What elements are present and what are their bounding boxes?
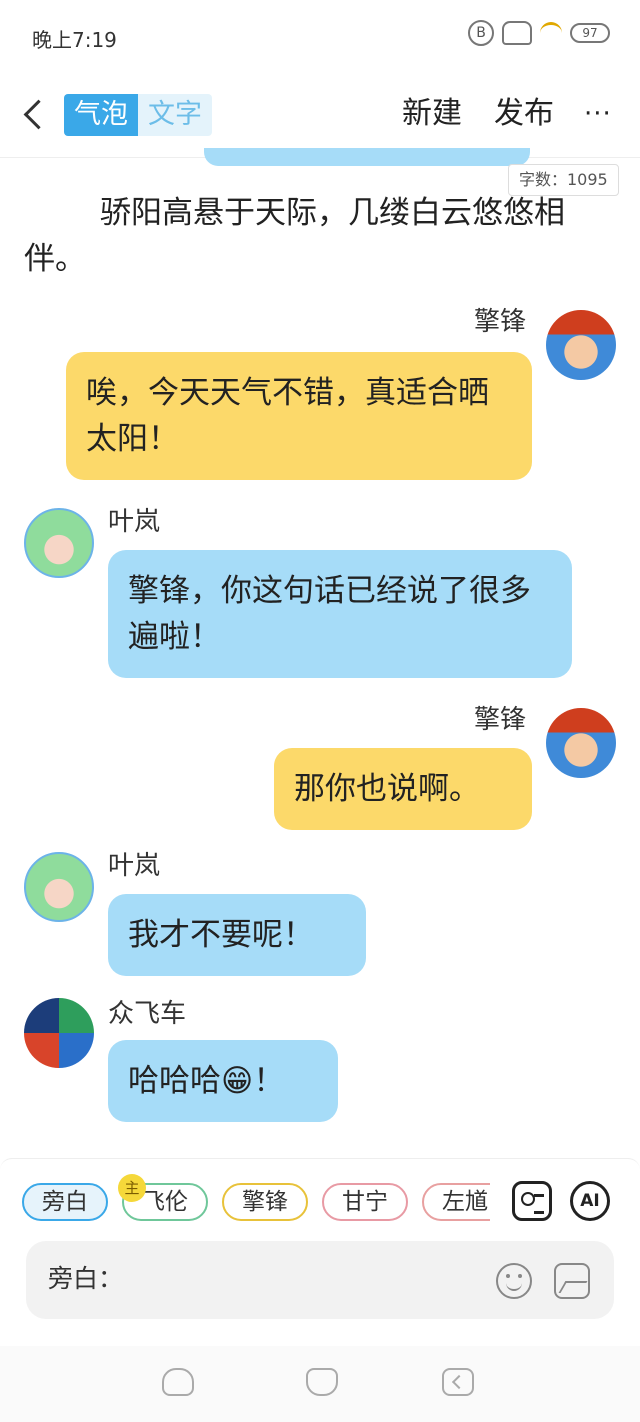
character-chip-ganning[interactable]: 甘宁: [322, 1183, 408, 1221]
emoji-icon[interactable]: [496, 1263, 532, 1299]
message-bubble[interactable]: 擎锋，你这句话已经说了很多遍啦！: [108, 550, 572, 678]
main-character-badge: 主: [118, 1174, 146, 1202]
character-chip-narrator[interactable]: 旁白: [22, 1183, 108, 1221]
character-chip-bar[interactable]: 旁白 飞伦 擎锋 甘宁 左馗: [22, 1183, 490, 1223]
message-bubble[interactable]: 哈哈哈😁！: [108, 1040, 338, 1122]
narration-text[interactable]: 骄阳高悬于天际，几缕白云悠悠相伴。: [24, 190, 594, 282]
bottom-nav: [0, 1346, 640, 1422]
status-icons: B 97: [468, 20, 610, 46]
status-bar: 晚上7:19 B 97: [0, 0, 640, 72]
speaker-name: 众飞车: [108, 999, 187, 1029]
input-panel: 旁白 飞伦 擎锋 甘宁 左馗 AI 旁白：: [0, 1158, 640, 1346]
avatar[interactable]: [24, 852, 94, 922]
back-arrow-icon[interactable]: [18, 94, 48, 134]
publish-button[interactable]: 发布: [494, 94, 554, 134]
message-bubble[interactable]: 我才不要呢！: [108, 894, 366, 976]
message-input[interactable]: 旁白：: [26, 1241, 614, 1319]
speaker-name: 擎锋: [474, 307, 527, 337]
speaker-name: 擎锋: [474, 705, 527, 735]
tab-bubble-mode[interactable]: 气泡: [64, 94, 138, 136]
role-card-icon[interactable]: [512, 1181, 552, 1221]
battery-icon: 97: [570, 23, 610, 43]
previous-bubble-edge[interactable]: [204, 148, 530, 166]
signal-icon: [502, 21, 532, 45]
back-icon[interactable]: [442, 1368, 474, 1396]
message-bubble[interactable]: 那你也说啊。: [274, 748, 532, 830]
ai-button[interactable]: AI: [570, 1181, 610, 1221]
mode-toggle: 气泡 文字: [64, 94, 212, 136]
status-time: 晚上7:19: [32, 28, 117, 52]
input-speaker-label: 旁白：: [48, 1264, 124, 1293]
app-header: 气泡 文字 新建 发布 ···: [0, 72, 640, 158]
image-icon[interactable]: [554, 1263, 590, 1299]
bluetooth-icon: B: [468, 20, 494, 46]
avatar[interactable]: [546, 708, 616, 778]
avatar[interactable]: [24, 998, 94, 1068]
character-chip-zuokui[interactable]: 左馗: [422, 1183, 490, 1221]
more-menu-icon[interactable]: ···: [584, 94, 612, 134]
cat-icon[interactable]: [306, 1368, 338, 1396]
tab-text-mode[interactable]: 文字: [138, 94, 212, 136]
cloud-icon[interactable]: [162, 1368, 194, 1396]
message-bubble[interactable]: 唉，今天天气不错，真适合晒太阳！: [66, 352, 532, 480]
speaker-name: 叶岚: [108, 851, 161, 881]
avatar[interactable]: [546, 310, 616, 380]
avatar[interactable]: [24, 508, 94, 578]
speaker-name: 叶岚: [108, 507, 161, 537]
wifi-icon: [540, 22, 562, 44]
new-button[interactable]: 新建: [402, 94, 462, 134]
character-chip-qingfeng[interactable]: 擎锋: [222, 1183, 308, 1221]
